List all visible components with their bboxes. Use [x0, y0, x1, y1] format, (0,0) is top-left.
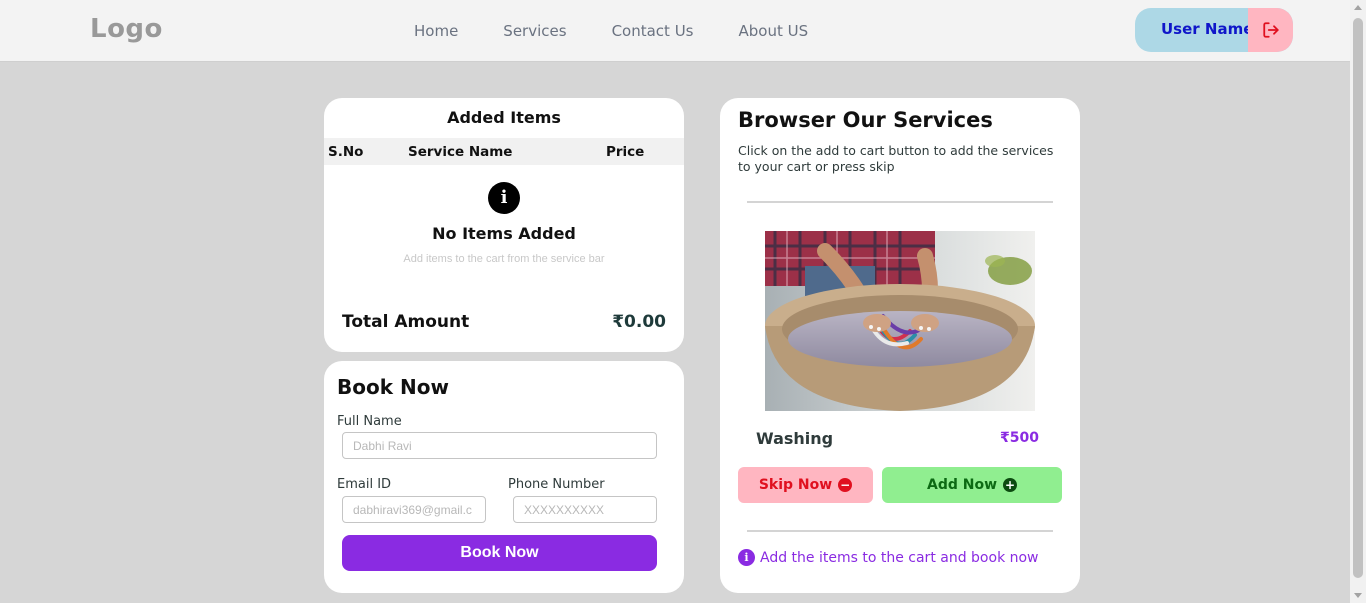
total-amount-value: ₹0.00	[612, 312, 666, 332]
scroll-thumb[interactable]	[1353, 18, 1363, 578]
scroll-up-icon[interactable]	[1354, 5, 1362, 10]
nav-link-home[interactable]: Home	[414, 22, 458, 40]
book-now-title: Book Now	[337, 375, 449, 399]
email-label: Email ID	[337, 477, 392, 492]
skip-now-button[interactable]: Skip Now −	[738, 467, 873, 503]
book-now-button[interactable]: Book Now	[342, 535, 657, 571]
service-price: ₹500	[1000, 430, 1039, 446]
services-title: Browser Our Services	[738, 108, 993, 132]
column-price: Price	[606, 144, 645, 160]
nav-links: Home Services Contact Us About US	[414, 22, 853, 40]
plus-circle-icon: +	[1003, 478, 1018, 492]
add-now-button[interactable]: Add Now +	[882, 467, 1062, 503]
service-image	[765, 231, 1035, 411]
page-scrollbar[interactable]	[1350, 0, 1366, 603]
services-card: Browser Our Services Click on the add to…	[720, 98, 1080, 593]
nav-link-services[interactable]: Services	[503, 22, 566, 40]
added-items-title: Added Items	[447, 108, 561, 127]
empty-cart-title: No Items Added	[432, 224, 576, 243]
skip-now-label: Skip Now	[758, 477, 833, 493]
scroll-down-icon[interactable]	[1354, 593, 1362, 598]
logout-button[interactable]	[1248, 8, 1293, 52]
phone-label: Phone Number	[508, 477, 605, 492]
nav-link-contact-us[interactable]: Contact Us	[612, 22, 694, 40]
added-items-card: Added Items S.No Service Name Price i No…	[324, 98, 684, 352]
cart-hint-text: Add the items to the cart and book now	[760, 549, 1039, 566]
phone-input[interactable]	[513, 496, 657, 523]
nav-link-about-us[interactable]: About US	[738, 22, 808, 40]
empty-cart-subtitle: Add items to the cart from the service b…	[403, 253, 605, 265]
navbar: Logo Home Services Contact Us About US U…	[0, 0, 1350, 62]
total-amount-label: Total Amount	[342, 312, 470, 332]
minus-circle-icon: −	[838, 478, 853, 492]
cart-hint: i Add the items to the cart and book now	[738, 549, 1039, 566]
info-icon: i	[738, 549, 755, 566]
user-name[interactable]: User Name	[1161, 20, 1253, 38]
info-icon: i	[488, 182, 520, 214]
added-items-table-header: S.No Service Name Price	[324, 138, 684, 165]
full-name-input[interactable]	[342, 432, 657, 459]
divider	[747, 201, 1053, 203]
column-sno: S.No	[328, 144, 364, 160]
email-input[interactable]	[342, 496, 486, 523]
services-description: Click on the add to cart button to add t…	[738, 143, 1054, 174]
service-name: Washing	[756, 429, 834, 448]
full-name-label: Full Name	[337, 414, 402, 429]
divider	[747, 530, 1053, 532]
logout-icon	[1262, 22, 1279, 38]
logo[interactable]: Logo	[90, 14, 163, 44]
column-service-name: Service Name	[408, 144, 513, 160]
user-menu[interactable]: User Name	[1135, 8, 1293, 52]
add-now-label: Add Now	[926, 477, 998, 493]
book-now-card: Book Now Full Name Email ID Phone Number…	[324, 361, 684, 593]
